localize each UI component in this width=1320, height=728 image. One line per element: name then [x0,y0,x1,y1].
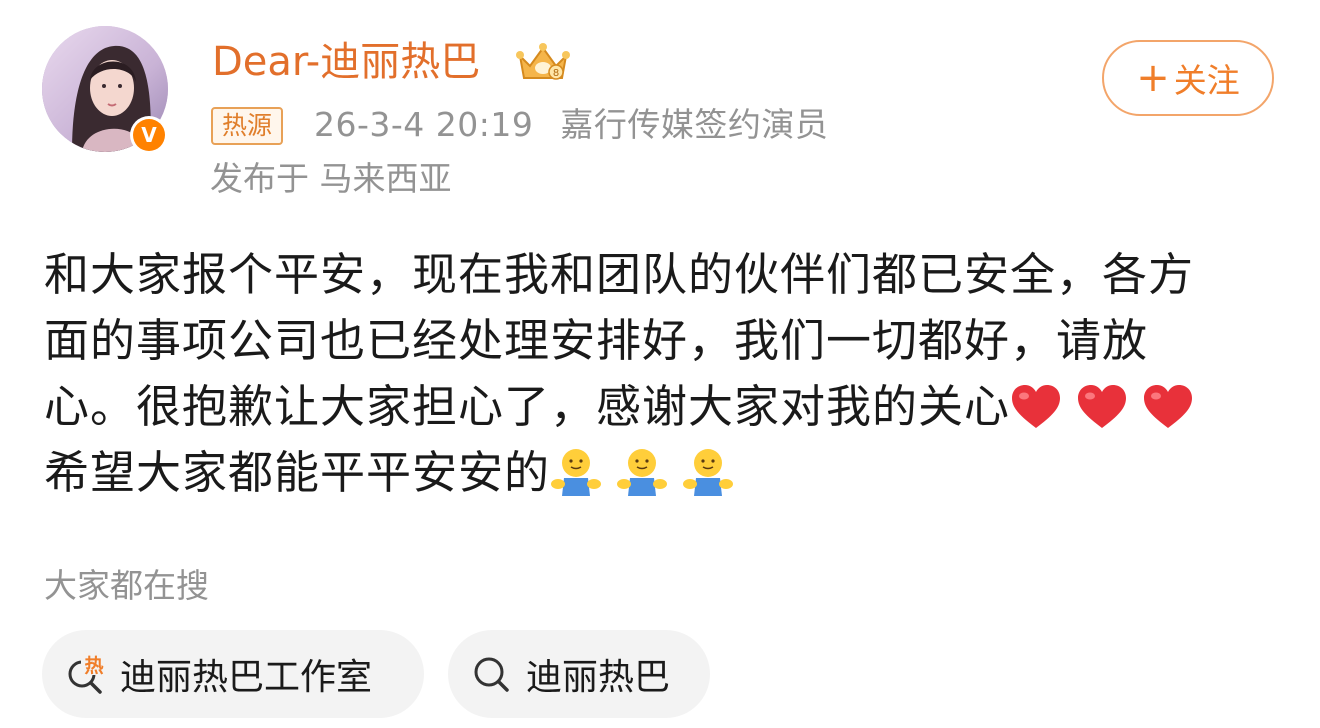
trending-chip-studio[interactable]: 热 迪丽热巴工作室 [42,630,424,718]
post-body-line: 面的事项公司也已经处理安排好，我们一切都好，请放 [44,314,1149,367]
hot-search-icon: 热 [68,653,107,694]
red-heart-icon [1012,385,1061,428]
avatar-container[interactable]: V [42,26,170,154]
svg-text:8: 8 [553,68,559,79]
post-body-line: 心。很抱歉让大家担心了，感谢大家对我的关心 [44,374,1244,440]
post-body-line: 和大家报个平安，现在我和团队的伙伴们都已安全，各方 [44,248,1195,301]
search-icon [474,657,509,692]
plus-icon: + [1136,55,1170,101]
post-detail-page: V Dear-迪丽热巴 8 热源 26-3-4 20:19 嘉行传媒签约演员 发… [0,0,1320,728]
hot-mark: 热 [84,654,103,677]
red-heart-icon [1144,385,1193,428]
hug-emoji-icon [551,449,602,496]
hug-emoji-icon [617,449,668,496]
post-meta: 26-3-4 20:19 嘉行传媒签约演员 [314,104,828,146]
follow-button[interactable]: + 关注 [1102,40,1274,116]
post-location: 发布于 马来西亚 [210,159,452,198]
post-body: 和大家报个平安，现在我和团队的伙伴们都已安全，各方 面的事项公司也已经处理安排好… [44,242,1244,506]
verified-v-icon: V [133,119,165,151]
source-tag: 热源 [211,107,284,145]
post-timestamp: 26-3-4 20:19 [314,105,534,144]
post-body-text: 希望大家都能平平安安的 [44,446,551,499]
trending-chip-label: 迪丽热巴工作室 [120,657,373,698]
post-body-line: 希望大家都能平平安安的 [44,440,1244,506]
red-heart-icon [1078,385,1127,428]
author-bio: 嘉行传媒签约演员 [560,105,829,144]
vip-crown-icon: 8 [516,43,570,80]
trending-chip-name[interactable]: 迪丽热巴 [448,630,710,718]
trending-title: 大家都在搜 [44,566,209,605]
verified-badge: V [130,116,168,154]
post-body-text: 心。很抱歉让大家担心了，感谢大家对我的关心 [44,380,1011,433]
hug-emoji-icon [683,449,734,496]
user-name[interactable]: Dear-迪丽热巴 [212,36,480,88]
follow-button-label: 关注 [1173,61,1240,100]
trending-chip-label: 迪丽热巴 [526,657,671,698]
